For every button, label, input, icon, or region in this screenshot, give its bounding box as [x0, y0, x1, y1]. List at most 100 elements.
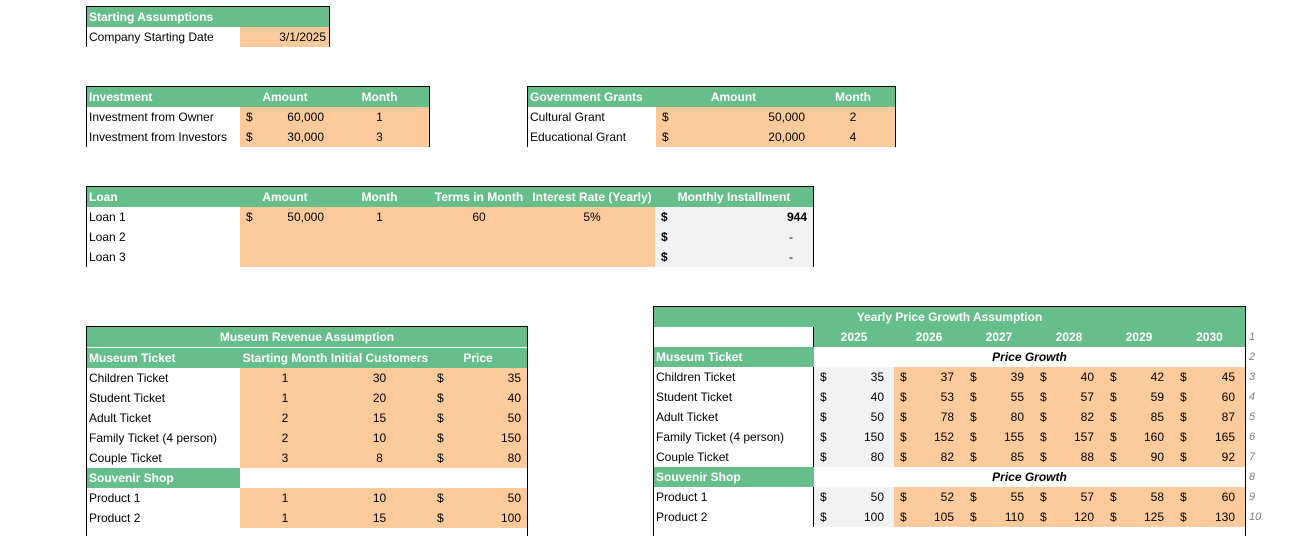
row-number: 9 — [1249, 491, 1256, 503]
price-growth-value: 42 — [1150, 370, 1164, 384]
grants-month-header: Month — [811, 87, 895, 107]
initial-customers-cell[interactable]: 15 — [330, 408, 429, 428]
price-cell[interactable]: $150 — [429, 428, 527, 448]
price-growth-cell[interactable]: $82 — [894, 447, 964, 467]
loan-month-cell[interactable] — [330, 247, 429, 267]
company-start-date-cell[interactable]: 3/1/2025 — [240, 27, 329, 47]
price-growth-cell: $150 — [814, 427, 894, 447]
price-growth-value: 57 — [1080, 490, 1094, 504]
currency-symbol: $ — [900, 510, 907, 524]
initial-customers-cell[interactable]: 30 — [330, 368, 429, 388]
price-growth-cell[interactable]: $57 — [1034, 487, 1104, 507]
price-growth-cell[interactable]: $85 — [1104, 407, 1174, 427]
price-growth-cell[interactable]: $157 — [1034, 427, 1104, 447]
price-growth-cell[interactable]: $120 — [1034, 507, 1104, 527]
item-name: Product 2 — [654, 507, 814, 527]
price-growth-cell[interactable]: $55 — [964, 487, 1034, 507]
price-growth-cell[interactable]: $55 — [964, 387, 1034, 407]
price-growth-cell[interactable]: $37 — [894, 367, 964, 387]
loan-amount-header: Amount — [240, 187, 330, 207]
price-growth-cell[interactable]: $165 — [1174, 427, 1245, 447]
investment-name: Investment from Owner — [87, 107, 240, 127]
loan-amount-cell[interactable] — [240, 247, 330, 267]
grant-amount-cell[interactable]: $50,000 — [656, 107, 811, 127]
currency-symbol: $ — [820, 510, 827, 524]
price-cell[interactable]: $35 — [429, 368, 527, 388]
starting-month-cell[interactable]: 2 — [240, 408, 330, 428]
price-growth-value: 80 — [1010, 410, 1024, 424]
price-growth-cell[interactable]: $78 — [894, 407, 964, 427]
price-growth-cell: $80 — [814, 447, 894, 467]
price-growth-cell[interactable]: $53 — [894, 387, 964, 407]
price-growth-cell[interactable]: $58 — [1104, 487, 1174, 507]
loan-month-cell[interactable] — [330, 227, 429, 247]
loan-amount-cell[interactable]: $50,000 — [240, 207, 330, 227]
starting-month-cell[interactable]: 3 — [240, 448, 330, 468]
price-growth-cell[interactable]: $160 — [1104, 427, 1174, 447]
starting-month-cell[interactable]: 1 — [240, 508, 330, 528]
price-growth-cell[interactable]: $42 — [1104, 367, 1174, 387]
price-growth-cell[interactable]: $92 — [1174, 447, 1245, 467]
loan-rate-cell[interactable]: 5% — [529, 207, 655, 227]
price-growth-cell[interactable]: $130 — [1174, 507, 1245, 527]
starting-month-cell[interactable]: 1 — [240, 388, 330, 408]
initial-customers-cell[interactable]: 20 — [330, 388, 429, 408]
price-growth-cell[interactable]: $152 — [894, 427, 964, 447]
price-growth-cell[interactable]: $90 — [1104, 447, 1174, 467]
price-cell[interactable]: $40 — [429, 388, 527, 408]
growth-shop-header: Souvenir Shop — [654, 467, 814, 487]
price-growth-cell[interactable]: $40 — [1034, 367, 1104, 387]
price-growth-cell[interactable]: $45 — [1174, 367, 1245, 387]
investment-month-cell[interactable]: 3 — [330, 127, 429, 147]
price-cell[interactable]: $100 — [429, 508, 527, 528]
grant-amount-cell[interactable]: $20,000 — [656, 127, 811, 147]
growth-ticket-row: Couple Ticket $80 $82 $85 $88 $90 $92 — [654, 447, 1245, 467]
price-growth-cell[interactable]: $88 — [1034, 447, 1104, 467]
loan-rate-cell[interactable] — [529, 227, 655, 247]
loan-month-cell[interactable]: 1 — [330, 207, 429, 227]
price-growth-cell[interactable]: $105 — [894, 507, 964, 527]
price-growth-cell[interactable]: $52 — [894, 487, 964, 507]
starting-month-cell[interactable]: 2 — [240, 428, 330, 448]
price-growth-cell[interactable]: $57 — [1034, 387, 1104, 407]
price-cell[interactable]: $80 — [429, 448, 527, 468]
loan-row: Loan 1 $50,000 1 60 5% $944 — [87, 207, 813, 227]
currency-symbol: $ — [1180, 490, 1187, 504]
item-name: Product 1 — [654, 487, 814, 507]
price-growth-cell[interactable]: $60 — [1174, 487, 1245, 507]
loan-terms-cell[interactable] — [429, 247, 529, 267]
price-growth-cell[interactable]: $85 — [964, 447, 1034, 467]
grant-month-cell[interactable]: 2 — [811, 107, 895, 127]
loan-terms-cell[interactable] — [429, 227, 529, 247]
investment-amount: 30,000 — [287, 130, 324, 144]
initial-customers-cell[interactable]: 10 — [330, 428, 429, 448]
price-growth-cell[interactable]: $59 — [1104, 387, 1174, 407]
starting-month-cell[interactable]: 1 — [240, 488, 330, 508]
ticket-row: Couple Ticket 3 8 $80 — [87, 448, 527, 468]
price-growth-cell[interactable]: $125 — [1104, 507, 1174, 527]
price-growth-cell[interactable]: $82 — [1034, 407, 1104, 427]
price-growth-cell[interactable]: $110 — [964, 507, 1034, 527]
price-growth-value: 155 — [1003, 430, 1024, 444]
loan-rate-cell[interactable] — [529, 247, 655, 267]
price-cell[interactable]: $50 — [429, 488, 527, 508]
currency-symbol: $ — [1110, 410, 1117, 424]
loan-terms-cell[interactable]: 60 — [429, 207, 529, 227]
grant-month-cell[interactable]: 4 — [811, 127, 895, 147]
loan-amount-cell[interactable] — [240, 227, 330, 247]
price-growth-cell[interactable]: $155 — [964, 427, 1034, 447]
investment-month-cell[interactable]: 1 — [330, 107, 429, 127]
price-growth-value: 58 — [1150, 490, 1164, 504]
price-growth-value: 92 — [1221, 450, 1235, 464]
price-growth-cell[interactable]: $80 — [964, 407, 1034, 427]
starting-month-cell[interactable]: 1 — [240, 368, 330, 388]
investment-amount-cell[interactable]: $30,000 — [240, 127, 330, 147]
initial-customers-cell[interactable]: 15 — [330, 508, 429, 528]
investment-amount-cell[interactable]: $60,000 — [240, 107, 330, 127]
initial-customers-cell[interactable]: 8 — [330, 448, 429, 468]
price-cell[interactable]: $50 — [429, 408, 527, 428]
price-growth-cell[interactable]: $60 — [1174, 387, 1245, 407]
initial-customers-cell[interactable]: 10 — [330, 488, 429, 508]
price-growth-cell[interactable]: $87 — [1174, 407, 1245, 427]
price-growth-cell[interactable]: $39 — [964, 367, 1034, 387]
